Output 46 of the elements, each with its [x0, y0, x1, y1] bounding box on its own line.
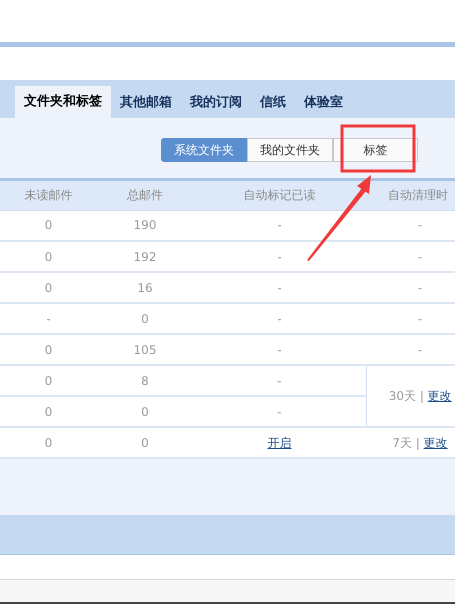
column-header: 总邮件 — [127, 188, 163, 202]
enable-link[interactable]: 开启 — [268, 436, 292, 450]
table-cell: - — [277, 218, 282, 232]
tab[interactable]: 文件夹和标签 — [15, 86, 111, 118]
table-cell: 16 — [137, 280, 153, 294]
tab[interactable]: 其他邮箱 — [111, 88, 181, 118]
table-cell: - — [277, 404, 282, 418]
table-cell: - — [277, 342, 282, 356]
table-cell: - — [418, 250, 422, 264]
table-cell: - — [418, 342, 422, 356]
change-link[interactable]: 更改 — [428, 389, 452, 403]
table-cell: 0 — [44, 404, 52, 418]
tab[interactable]: 信纸 — [251, 88, 295, 118]
table-cell: 30天 — [388, 389, 416, 403]
table-cell: 0 — [44, 280, 52, 294]
separator-text: | — [416, 436, 420, 450]
table-cell: 0 — [141, 312, 149, 326]
change-link[interactable]: 更改 — [424, 436, 448, 450]
tab[interactable]: 我的订阅 — [181, 88, 251, 118]
column-header: 未读邮件 — [24, 188, 72, 202]
table-cell: 192 — [134, 250, 156, 264]
table-cell: - — [277, 280, 282, 294]
table-cell: 0 — [44, 218, 52, 232]
table-cell: 0 — [141, 404, 149, 418]
table-cell: 0 — [141, 436, 149, 450]
folder-switch-button[interactable]: 我的文件夹 — [247, 138, 333, 162]
table-cell: - — [418, 218, 422, 232]
table-cell: - — [277, 250, 282, 264]
table-cell: 8 — [141, 374, 149, 388]
table-cell: - — [277, 374, 282, 388]
table-cell: 0 — [44, 250, 52, 264]
folder-switch-button[interactable]: 标签 — [333, 138, 418, 162]
tab[interactable]: 体验室 — [295, 88, 352, 118]
table-cell: 190 — [134, 218, 156, 232]
table-cell: - — [277, 312, 282, 326]
table-cell: 7天 — [392, 436, 412, 450]
table-cell: - — [418, 312, 422, 326]
table-cell: - — [46, 312, 51, 326]
column-header: 自动标记已读 — [244, 188, 316, 202]
table-cell: 0 — [44, 436, 52, 450]
table-cell: 105 — [134, 342, 156, 356]
column-header: 自动清理时 — [388, 188, 448, 202]
separator-text: | — [420, 389, 424, 403]
table-cell: 0 — [44, 374, 52, 388]
table-cell: 0 — [44, 342, 52, 356]
table-cell: - — [418, 280, 422, 294]
